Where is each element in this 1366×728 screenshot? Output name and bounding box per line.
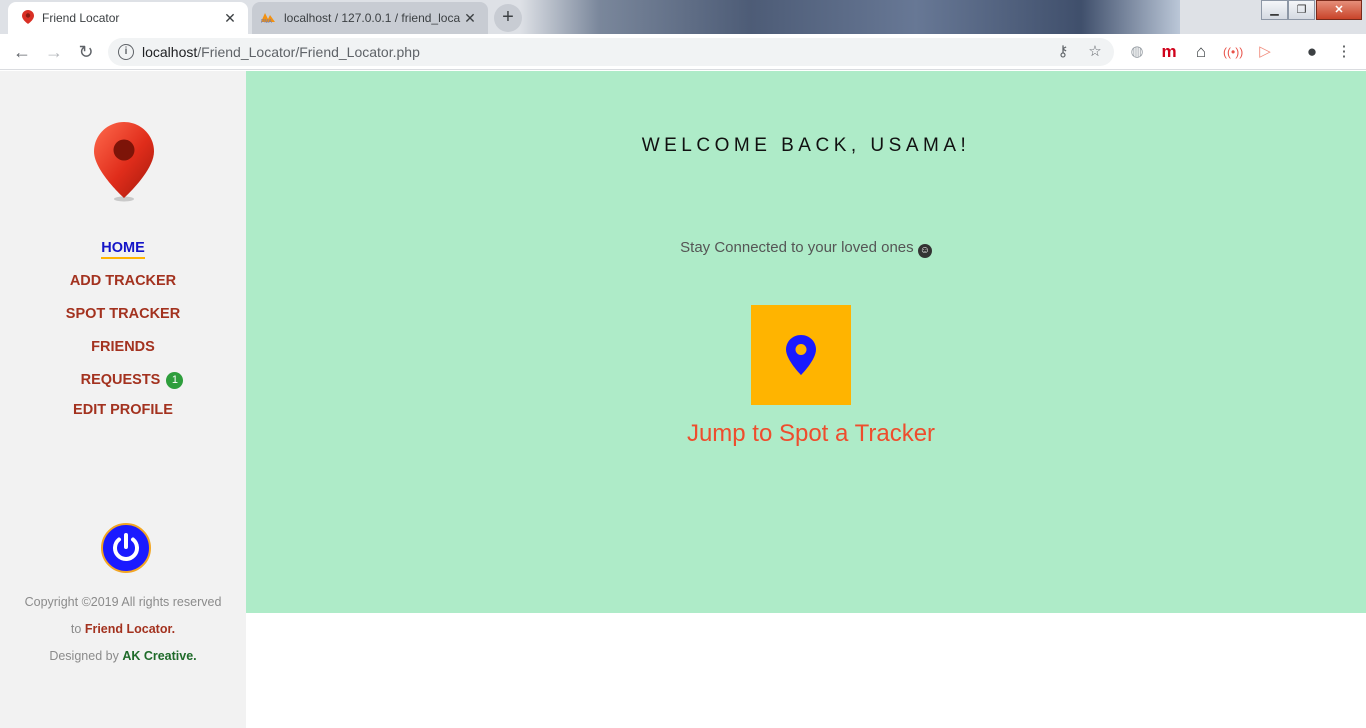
info-icon[interactable]: i [118, 44, 134, 60]
smiley-icon: ☺ [917, 244, 932, 258]
logout-power-button[interactable] [101, 523, 151, 573]
profile-icon[interactable]: ● [1302, 42, 1322, 62]
tagline: Stay Connected to your loved ones ☺ [680, 239, 932, 258]
minimize-button[interactable]: ▁ [1261, 0, 1288, 20]
reload-icon[interactable]: ↻ [74, 40, 98, 64]
designed-by-text: Designed by [49, 649, 119, 663]
bookmark-star-icon[interactable]: ☆ [1086, 43, 1104, 61]
spot-tracker-tile[interactable] [751, 305, 851, 405]
cast-extension-icon[interactable]: ((•)) [1223, 42, 1243, 62]
spot-tracker-link[interactable]: Jump to Spot a Tracker [246, 420, 1366, 448]
extension-m-icon[interactable]: m [1159, 42, 1179, 62]
map-pin-logo-icon [92, 120, 156, 207]
map-pin-favicon-icon [22, 9, 34, 27]
window-background [520, 0, 1180, 34]
tab-title: Friend Locator [42, 11, 120, 25]
maximize-button[interactable]: ❐ [1288, 0, 1315, 20]
requests-count-badge: 1 [166, 372, 184, 389]
close-icon[interactable]: ✕ [462, 10, 478, 26]
tab-phpmyadmin[interactable]: PMA localhost / 127.0.0.1 / friend_loca … [252, 2, 488, 34]
tab-friend-locator[interactable]: Friend Locator ✕ [8, 2, 248, 34]
forward-extension-icon[interactable]: ▷ [1255, 42, 1275, 62]
menu-dots-icon[interactable]: ⋮ [1334, 42, 1354, 62]
home-icon[interactable]: ⌂ [1191, 42, 1211, 62]
forward-arrow-icon[interactable]: → [42, 40, 66, 64]
nav-item-edit-profile[interactable]: EDIT PROFILE [0, 401, 246, 434]
globe-icon[interactable]: ◍ [1127, 42, 1147, 62]
tab-title: localhost / 127.0.0.1 / friend_loca [284, 11, 461, 25]
nav-item-spot-tracker[interactable]: SPOT TRACKER [0, 305, 246, 338]
designer-link[interactable]: AK Creative. [122, 649, 196, 663]
nav-item-requests[interactable]: REQUESTS 1 [0, 371, 246, 401]
brand-link[interactable]: Friend Locator. [85, 622, 175, 636]
nav-item-friends[interactable]: FRIENDS [0, 338, 246, 371]
url-text[interactable]: localhost/Friend_Locator/Friend_Locator.… [142, 44, 420, 60]
sidebar-footer: Copyright ©2019 All rights reserved to F… [20, 589, 226, 670]
sidebar-nav: HOME ADD TRACKER SPOT TRACKER FRIENDS RE… [0, 239, 246, 434]
address-bar[interactable]: i localhost/Friend_Locator/Friend_Locato… [108, 38, 1114, 66]
svg-text:PMA: PMA [261, 19, 273, 23]
window-close-button[interactable]: ✕ [1316, 0, 1362, 20]
nav-item-add-tracker[interactable]: ADD TRACKER [0, 272, 246, 305]
nav-item-home[interactable]: HOME [0, 239, 246, 272]
main-panel: WELCOME BACK, USAMA! Stay Connected to y… [246, 71, 1366, 613]
back-arrow-icon[interactable]: ← [10, 40, 34, 64]
welcome-heading: WELCOME BACK, USAMA! [641, 135, 971, 156]
sidebar: HOME ADD TRACKER SPOT TRACKER FRIENDS RE… [0, 71, 246, 728]
power-icon [113, 533, 139, 561]
browser-toolbar: ← → ↻ i localhost/Friend_Locator/Friend_… [0, 34, 1366, 70]
phpmyadmin-favicon-icon: PMA [260, 11, 276, 26]
new-tab-button[interactable]: + [494, 4, 522, 32]
close-icon[interactable]: ✕ [222, 10, 238, 26]
browser-titlebar: Friend Locator ✕ PMA localhost / 127.0.0… [0, 0, 1366, 34]
location-pin-icon [786, 335, 816, 375]
key-icon[interactable]: ⚷ [1054, 43, 1072, 61]
